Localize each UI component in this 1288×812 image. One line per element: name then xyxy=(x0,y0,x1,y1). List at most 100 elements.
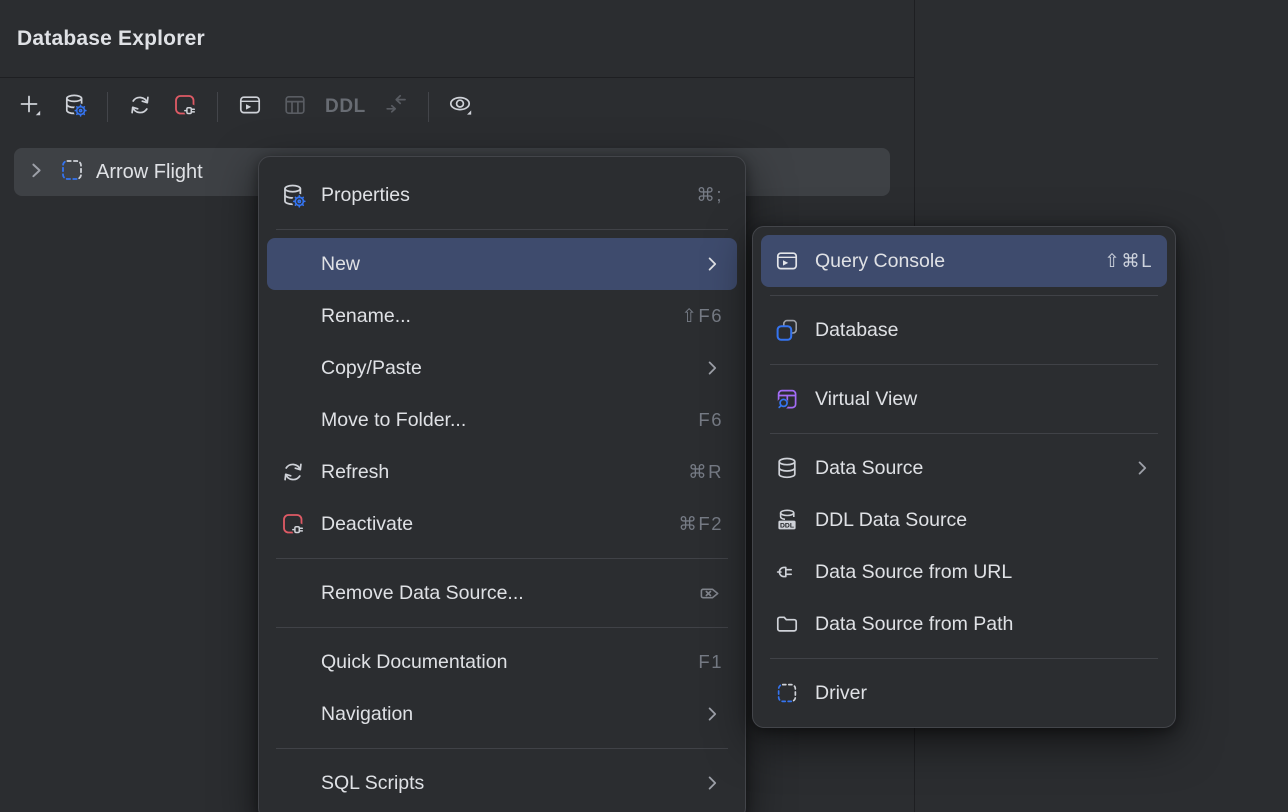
data-source-icon xyxy=(773,454,801,482)
menu-separator xyxy=(276,558,728,559)
refresh-icon xyxy=(279,458,307,486)
driver-icon xyxy=(773,679,801,707)
menu-item-label: Copy/Paste xyxy=(321,357,422,380)
database-gear-icon xyxy=(279,181,307,209)
ddl-data-source-icon: DDL xyxy=(773,506,801,534)
menu-separator xyxy=(276,748,728,749)
menu-item-shortcut: ⌘R xyxy=(688,461,723,483)
menu-item-label: Quick Documentation xyxy=(321,651,507,674)
menu-item-rename[interactable]: Rename... ⇧F6 xyxy=(267,290,737,342)
submenu-item-data-source[interactable]: Data Source xyxy=(761,442,1167,494)
empty-icon-gutter xyxy=(279,648,307,676)
deactivate-icon xyxy=(172,92,198,123)
ddl-button: DDL xyxy=(323,90,368,124)
menu-item-shortcut: ⇧F6 xyxy=(681,305,723,327)
toolbar: DDL xyxy=(0,78,914,136)
submenu-item-label: Data Source xyxy=(815,457,923,480)
menu-item-label: SQL Scripts xyxy=(321,772,424,795)
submenu-item-label: Query Console xyxy=(815,250,945,273)
submenu-arrow-icon xyxy=(701,253,723,275)
delete-icon xyxy=(698,581,723,606)
menu-item-refresh[interactable]: Refresh ⌘R xyxy=(267,446,737,498)
table-icon xyxy=(282,92,308,123)
refresh-icon xyxy=(127,92,153,123)
panel-header: Database Explorer xyxy=(0,0,914,78)
submenu-item-label: Virtual View xyxy=(815,388,917,411)
menu-item-shortcut: F1 xyxy=(698,651,723,673)
menu-item-shortcut: ⌘; xyxy=(696,184,723,206)
menu-item-new[interactable]: New xyxy=(267,238,737,290)
empty-icon-gutter xyxy=(279,354,307,382)
menu-item-deactivate[interactable]: Deactivate ⌘F2 xyxy=(267,498,737,550)
submenu-arrow-icon xyxy=(701,357,723,379)
menu-item-quick-documentation[interactable]: Quick Documentation F1 xyxy=(267,636,737,688)
menu-item-label: New xyxy=(321,253,360,276)
toolbar-divider xyxy=(217,92,218,122)
new-item-button[interactable] xyxy=(13,90,47,124)
submenu-item-ddl-data-source[interactable]: DDL DDL Data Source xyxy=(761,494,1167,546)
plug-icon xyxy=(773,558,801,586)
empty-icon-gutter xyxy=(279,302,307,330)
jump-to-query-console-button[interactable] xyxy=(233,90,267,124)
empty-icon-gutter xyxy=(279,700,307,728)
ddl-label: DDL xyxy=(323,96,368,118)
menu-item-navigation[interactable]: Navigation xyxy=(267,688,737,740)
context-menu: Properties ⌘; New Rename... ⇧F6 Copy/Pas… xyxy=(258,156,746,812)
menu-item-label: Deactivate xyxy=(321,513,413,536)
svg-text:DDL: DDL xyxy=(780,522,794,529)
menu-separator xyxy=(276,229,728,230)
menu-separator xyxy=(770,364,1158,365)
submenu-item-data-source-from-path[interactable]: Data Source from Path xyxy=(761,598,1167,650)
toolbar-divider xyxy=(107,92,108,122)
refresh-button[interactable] xyxy=(123,90,157,124)
empty-icon-gutter xyxy=(279,250,307,278)
submenu-item-label: Data Source from Path xyxy=(815,613,1013,636)
submenu-item-query-console[interactable]: Query Console ⇧⌘L xyxy=(761,235,1167,287)
submenu-item-database[interactable]: Database xyxy=(761,304,1167,356)
menu-item-label: Refresh xyxy=(321,461,389,484)
virtual-view-icon xyxy=(773,385,801,413)
data-source-properties-button[interactable] xyxy=(58,90,92,124)
menu-separator xyxy=(770,658,1158,659)
chevron-right-icon[interactable] xyxy=(24,158,48,187)
menu-separator xyxy=(276,627,728,628)
submenu-item-label: Database xyxy=(815,319,898,342)
view-options-button[interactable] xyxy=(444,90,478,124)
menu-item-label: Properties xyxy=(321,184,410,207)
menu-item-label: Move to Folder... xyxy=(321,409,466,432)
deactivate-button[interactable] xyxy=(168,90,202,124)
menu-item-label: Navigation xyxy=(321,703,413,726)
driver-icon xyxy=(58,156,86,189)
query-console-icon xyxy=(237,92,263,123)
database-gear-icon xyxy=(62,92,88,123)
empty-icon-gutter xyxy=(279,769,307,797)
menu-item-shortcut: F6 xyxy=(698,409,723,431)
folder-icon xyxy=(773,610,801,638)
submenu-item-driver[interactable]: Driver xyxy=(761,667,1167,719)
jump-to-ddl-icon xyxy=(383,92,409,123)
submenu-arrow-icon xyxy=(701,703,723,725)
menu-item-remove-data-source[interactable]: Remove Data Source... xyxy=(267,567,737,619)
empty-icon-gutter xyxy=(279,579,307,607)
submenu-item-data-source-from-url[interactable]: Data Source from URL xyxy=(761,546,1167,598)
menu-separator xyxy=(770,433,1158,434)
submenu-item-label: Data Source from URL xyxy=(815,561,1012,584)
menu-item-shortcut: ⌘F2 xyxy=(678,513,723,535)
menu-item-move-to-folder[interactable]: Move to Folder... F6 xyxy=(267,394,737,446)
deactivate-icon xyxy=(279,510,307,538)
submenu-arrow-icon xyxy=(1131,457,1153,479)
menu-item-sql-scripts[interactable]: SQL Scripts xyxy=(267,757,737,809)
database-icon xyxy=(773,316,801,344)
eye-icon xyxy=(447,91,474,123)
menu-separator xyxy=(770,295,1158,296)
menu-item-copy-paste[interactable]: Copy/Paste xyxy=(267,342,737,394)
tree-item-label: Arrow Flight xyxy=(96,161,203,184)
submenu-arrow-icon xyxy=(701,772,723,794)
plus-icon xyxy=(17,92,43,123)
toolbar-divider xyxy=(428,92,429,122)
submenu-item-shortcut: ⇧⌘L xyxy=(1104,250,1153,272)
menu-item-label: Remove Data Source... xyxy=(321,582,524,605)
submenu-item-label: DDL Data Source xyxy=(815,509,967,532)
submenu-item-virtual-view[interactable]: Virtual View xyxy=(761,373,1167,425)
menu-item-properties[interactable]: Properties ⌘; xyxy=(267,169,737,221)
